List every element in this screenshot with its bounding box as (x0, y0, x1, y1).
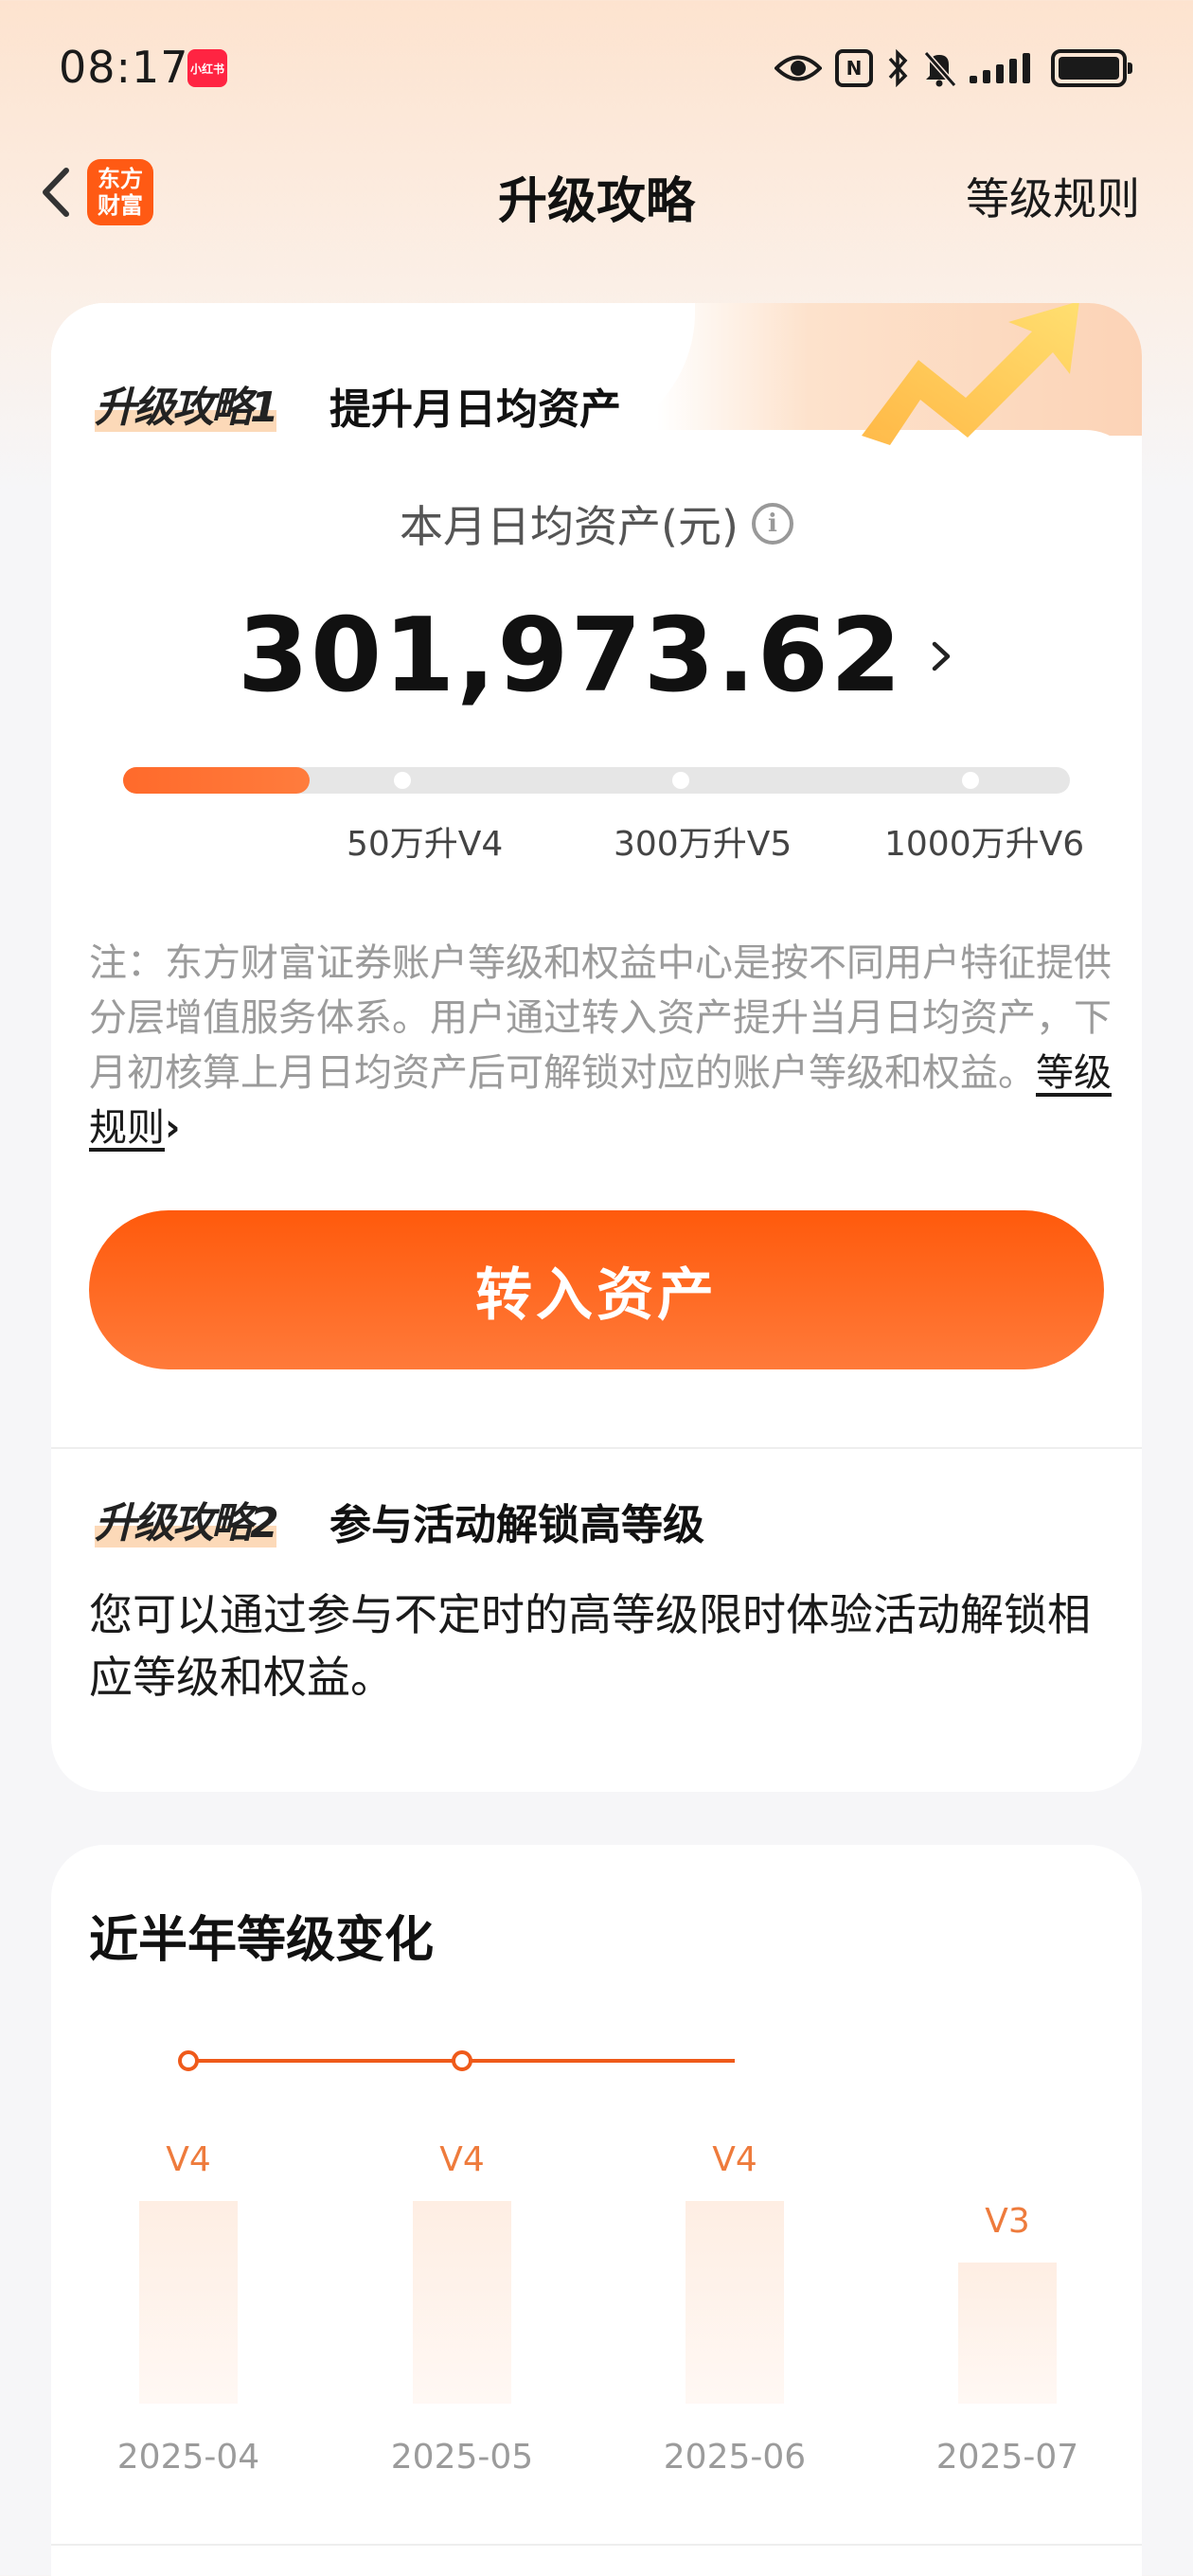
month-label: 2025-04 (116, 2438, 260, 2477)
upgrade-strategy-card: 升级攻略1 提升月日均资产 本月日均资产(元) i 301,973.62 50万… (51, 303, 1142, 1792)
divider (51, 1447, 1142, 1449)
asset-label-row: 本月日均资产(元) i (51, 492, 1142, 555)
level-bar (413, 2200, 511, 2404)
status-icons: N (775, 42, 1132, 95)
level-history-chart: V4 2025-04 V4 2025-05 V4 2025-06 V3 2025-07 (51, 1845, 1142, 2576)
month-label: 2025-07 (935, 2438, 1079, 2477)
chevron-right-icon[interactable] (927, 633, 955, 680)
level-value-label: V3 (985, 2201, 1030, 2241)
bluetooth-icon (886, 49, 909, 87)
level-bar (139, 2200, 238, 2404)
transfer-assets-button[interactable]: 转入资产 (89, 1210, 1104, 1369)
level-value-label: V4 (712, 2139, 757, 2179)
month-label: 2025-05 (390, 2438, 534, 2477)
strategy1-note: 注：东方财富证券账户等级和权益中心是按不同用户特征提供分层增值服务体系。用户通过… (89, 936, 1112, 1155)
milestone-dot (672, 772, 689, 789)
milestone-dot (962, 772, 979, 789)
note-text: 注：东方财富证券账户等级和权益中心是按不同用户特征提供分层增值服务体系。用户通过… (89, 941, 1112, 1095)
signal-icon (970, 49, 1038, 87)
asset-progress-bar (123, 767, 1070, 794)
battery-icon (1051, 49, 1132, 87)
strategy2-description: 您可以通过参与不定时的高等级限时体验活动解锁相应等级和权益。 (89, 1589, 1091, 1703)
progress-fill (123, 767, 310, 794)
upward-arrow-icon (862, 303, 1079, 445)
trend-point (178, 2050, 199, 2071)
milestone-label-v4: 50万升V4 (347, 825, 504, 864)
strategy2-title: 参与活动解锁高等级 (329, 1501, 704, 1549)
level-value-label: V4 (439, 2139, 485, 2179)
month-label: 2025-06 (663, 2438, 807, 2477)
strategy1-tag: 升级攻略1 (95, 384, 279, 432)
top-nav-bar: 东方财富 升级攻略 等级规则 (0, 142, 1193, 246)
level-bar (686, 2200, 784, 2404)
level-rules-link[interactable]: 等级规则 (966, 165, 1140, 227)
asset-value-row[interactable]: 301,973.62 (51, 597, 1142, 715)
eye-icon (775, 52, 822, 84)
mute-bell-icon (922, 49, 956, 87)
milestone-label-v5: 300万升V5 (614, 825, 792, 864)
info-icon[interactable]: i (751, 503, 793, 545)
strategy1-title: 提升月日均资产 (329, 385, 621, 434)
nfc-icon: N (835, 49, 873, 87)
milestone-label-v6: 1000万升V6 (884, 825, 1085, 864)
asset-label: 本月日均资产(元) (400, 501, 739, 552)
trend-point (452, 2050, 472, 2071)
level-bar (958, 2262, 1057, 2404)
asset-value: 301,973.62 (237, 597, 904, 715)
level-value-label: V4 (166, 2139, 211, 2179)
xiaohongshu-app-icon: 小红书 (187, 49, 227, 87)
milestone-dot (394, 772, 411, 789)
status-bar: 08:17 小红书 N (0, 0, 1193, 133)
status-time: 08:17 (59, 42, 189, 93)
level-history-card: 近半年等级变化 V4 2025-04 V4 2025-05 V4 2025-06 V3 202… (51, 1845, 1142, 2576)
chevron-right-icon[interactable]: › (165, 1106, 180, 1150)
divider (51, 2544, 1142, 2546)
strategy2-tag: 升级攻略2 (95, 1499, 279, 1547)
